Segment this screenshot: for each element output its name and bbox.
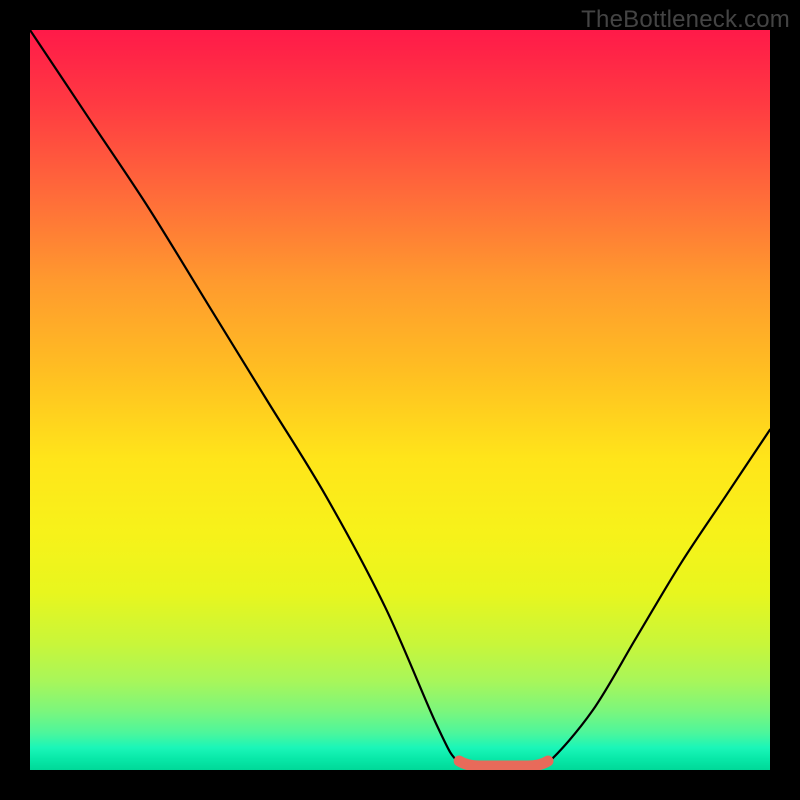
bottleneck-curve-path <box>30 30 770 770</box>
curve-layer <box>30 30 770 770</box>
bottom-segment-marker <box>459 761 548 766</box>
plot-area <box>30 30 770 770</box>
chart-container: TheBottleneck.com <box>0 0 800 800</box>
watermark-text: TheBottleneck.com <box>581 6 790 34</box>
